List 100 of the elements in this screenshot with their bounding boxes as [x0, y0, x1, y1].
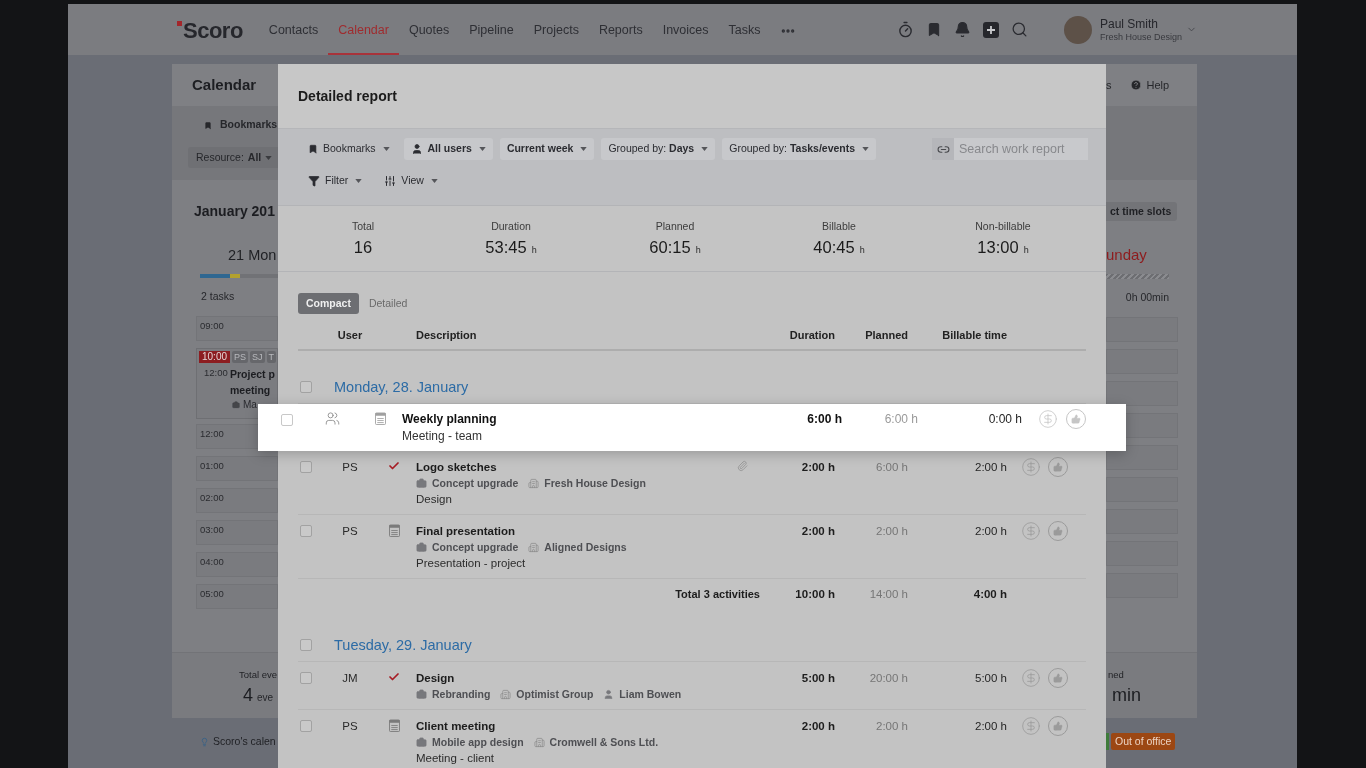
view-button[interactable]: View — [377, 170, 445, 192]
time-slot[interactable] — [1106, 445, 1178, 470]
grouping-button[interactable]: Grouped by: Days — [601, 138, 716, 160]
user-company: Fresh House Design — [1099, 30, 1182, 43]
dollar-icon[interactable] — [1021, 457, 1041, 477]
row-checkbox[interactable] — [300, 720, 312, 732]
grouping-button[interactable]: Grouped by: Tasks/events — [722, 138, 877, 160]
dollar-icon[interactable] — [1038, 409, 1058, 429]
help-link[interactable]: Help — [1146, 76, 1170, 94]
sliders-icon — [384, 175, 397, 187]
stat-label: Total — [351, 219, 375, 233]
row-checkbox[interactable] — [300, 525, 312, 537]
stat-value: 40:45 — [813, 237, 855, 258]
report-row[interactable]: PS Client meeting Mobile app design Cromwell & Sons Ltd. Meeting - client 2:00 h 2:00 h 2:00 h — [298, 710, 1086, 768]
report-row[interactable]: PS Final presentation Concept upgrade Aligned Designs Presentation - project 2:00 h 2:00 h 2:00 h — [298, 515, 1086, 579]
nav-link[interactable]: Invoices — [652, 4, 719, 55]
dollar-icon[interactable] — [1021, 668, 1041, 688]
column-header[interactable]: Planned — [835, 326, 908, 344]
stat-unit: h — [695, 244, 701, 257]
calendar-event[interactable]: 10:00 PS SJ T 12:00 Project p meeting Ma — [196, 348, 278, 419]
calendar-icon — [388, 719, 400, 732]
stopwatch-icon[interactable] — [896, 21, 914, 38]
nav-link[interactable]: Pipeline — [459, 4, 524, 55]
activity-title[interactable]: Final presentation — [416, 523, 732, 539]
nav-link[interactable]: Quotes — [398, 4, 460, 55]
status-badge: Out of office — [1111, 733, 1176, 750]
time-slot[interactable]: 04:00 — [196, 552, 278, 577]
avatar[interactable] — [1063, 15, 1092, 44]
row-checkbox[interactable] — [300, 672, 312, 684]
resource-filter[interactable]: Resource: All — [188, 147, 278, 168]
duration-value: 5:00 h — [800, 671, 835, 686]
tag-label: Aligned Designs — [544, 540, 627, 555]
time-slot[interactable] — [1106, 381, 1178, 406]
check-icon — [388, 671, 400, 683]
link-icon[interactable] — [932, 138, 954, 160]
users-filter-button[interactable]: All users — [403, 138, 493, 160]
bookmark-icon — [308, 143, 318, 155]
view-tab[interactable]: Detailed — [360, 293, 416, 314]
time-slot[interactable]: 09:00 — [196, 316, 278, 341]
group-checkbox[interactable] — [300, 381, 312, 393]
nav-link[interactable]: Tasks — [718, 4, 771, 55]
weekday-heading: unday — [1106, 245, 1147, 265]
nav-link[interactable]: Contacts — [258, 4, 329, 55]
app-logo[interactable]: Scoro — [183, 15, 243, 44]
activity-note: Meeting - team — [402, 428, 484, 445]
tag-label: Concept upgrade — [432, 540, 519, 555]
group-date[interactable]: Tuesday, 29. January — [334, 635, 472, 655]
calendar-icon — [374, 412, 386, 425]
event-title: Project p meeting — [230, 367, 275, 398]
column-header[interactable]: User — [318, 326, 382, 344]
dollar-icon[interactable] — [1021, 521, 1041, 541]
tag-label: Rebranding — [432, 687, 491, 702]
calendar-icon — [388, 524, 400, 537]
nav-link[interactable]: Projects — [523, 4, 589, 55]
time-slot[interactable]: 05:00 — [196, 584, 278, 609]
activity-title[interactable]: Design — [416, 670, 732, 686]
column-header[interactable]: Description — [416, 326, 752, 344]
stat-unit: h — [1023, 244, 1029, 257]
time-slot[interactable]: 02:00 — [196, 488, 278, 513]
badge-edge — [1106, 733, 1109, 750]
duration-value: 6:00 h — [806, 411, 842, 428]
activity-title[interactable]: Weekly planning — [402, 411, 740, 428]
time-slot[interactable]: 01:00 — [196, 456, 278, 481]
building-icon — [528, 541, 540, 553]
group-checkbox[interactable] — [300, 639, 312, 651]
planned-value: 6:00 h — [883, 411, 918, 428]
time-slot[interactable]: 03:00 — [196, 520, 278, 545]
filter-icon — [308, 175, 320, 187]
row-checkbox[interactable] — [281, 414, 293, 426]
view-tab[interactable]: Compact — [298, 293, 359, 314]
filter-button[interactable]: Filter — [301, 170, 370, 192]
total-planned: 14:00 h — [868, 587, 908, 602]
stat-value: 60:15 — [649, 237, 691, 258]
activity-title[interactable]: Client meeting — [416, 718, 732, 734]
search-icon[interactable] — [1010, 21, 1028, 38]
report-row[interactable]: JM Design Rebranding Optimist Group Liam Bowen 5:00 h 20:00 h 5:00 h — [298, 662, 1086, 710]
briefcase-icon — [232, 401, 240, 409]
bookmarks-button[interactable]: Bookmarks — [301, 138, 397, 160]
dollar-icon[interactable] — [1021, 716, 1041, 736]
dragged-row[interactable]: Weekly planning Meeting - team 6:00 h 6:00 h 0:00 h — [258, 404, 1126, 451]
person-badge: PS — [232, 351, 249, 363]
nav-link[interactable]: Reports — [588, 4, 653, 55]
column-header[interactable]: Billable time — [908, 326, 1007, 344]
group-date[interactable]: Monday, 28. January — [334, 377, 469, 397]
bell-icon[interactable] — [953, 21, 971, 38]
calendar-title: Calendar — [192, 76, 257, 93]
period-button[interactable]: Current week — [499, 138, 595, 160]
activity-title[interactable]: Logo sketches — [416, 459, 732, 475]
slots-button[interactable]: ct time slots — [1106, 202, 1177, 221]
column-header[interactable]: Duration — [752, 326, 835, 344]
plus-icon[interactable] — [982, 21, 999, 38]
row-checkbox[interactable] — [300, 461, 312, 473]
bookmarks-button[interactable]: Bookmarks — [198, 116, 284, 134]
menu-link[interactable]: s — [1106, 76, 1112, 94]
planned-value: 2:00 h — [875, 524, 908, 539]
tag-label: Optimist Group — [516, 687, 594, 702]
help-icon[interactable] — [1129, 79, 1142, 91]
paperclip-icon[interactable] — [736, 459, 748, 473]
search-field[interactable]: Search work report — [954, 138, 1088, 160]
report-row[interactable]: PS Logo sketches Concept upgrade Fresh House Design Design 2:00 h 6:00 h 2:00 h — [298, 451, 1086, 515]
